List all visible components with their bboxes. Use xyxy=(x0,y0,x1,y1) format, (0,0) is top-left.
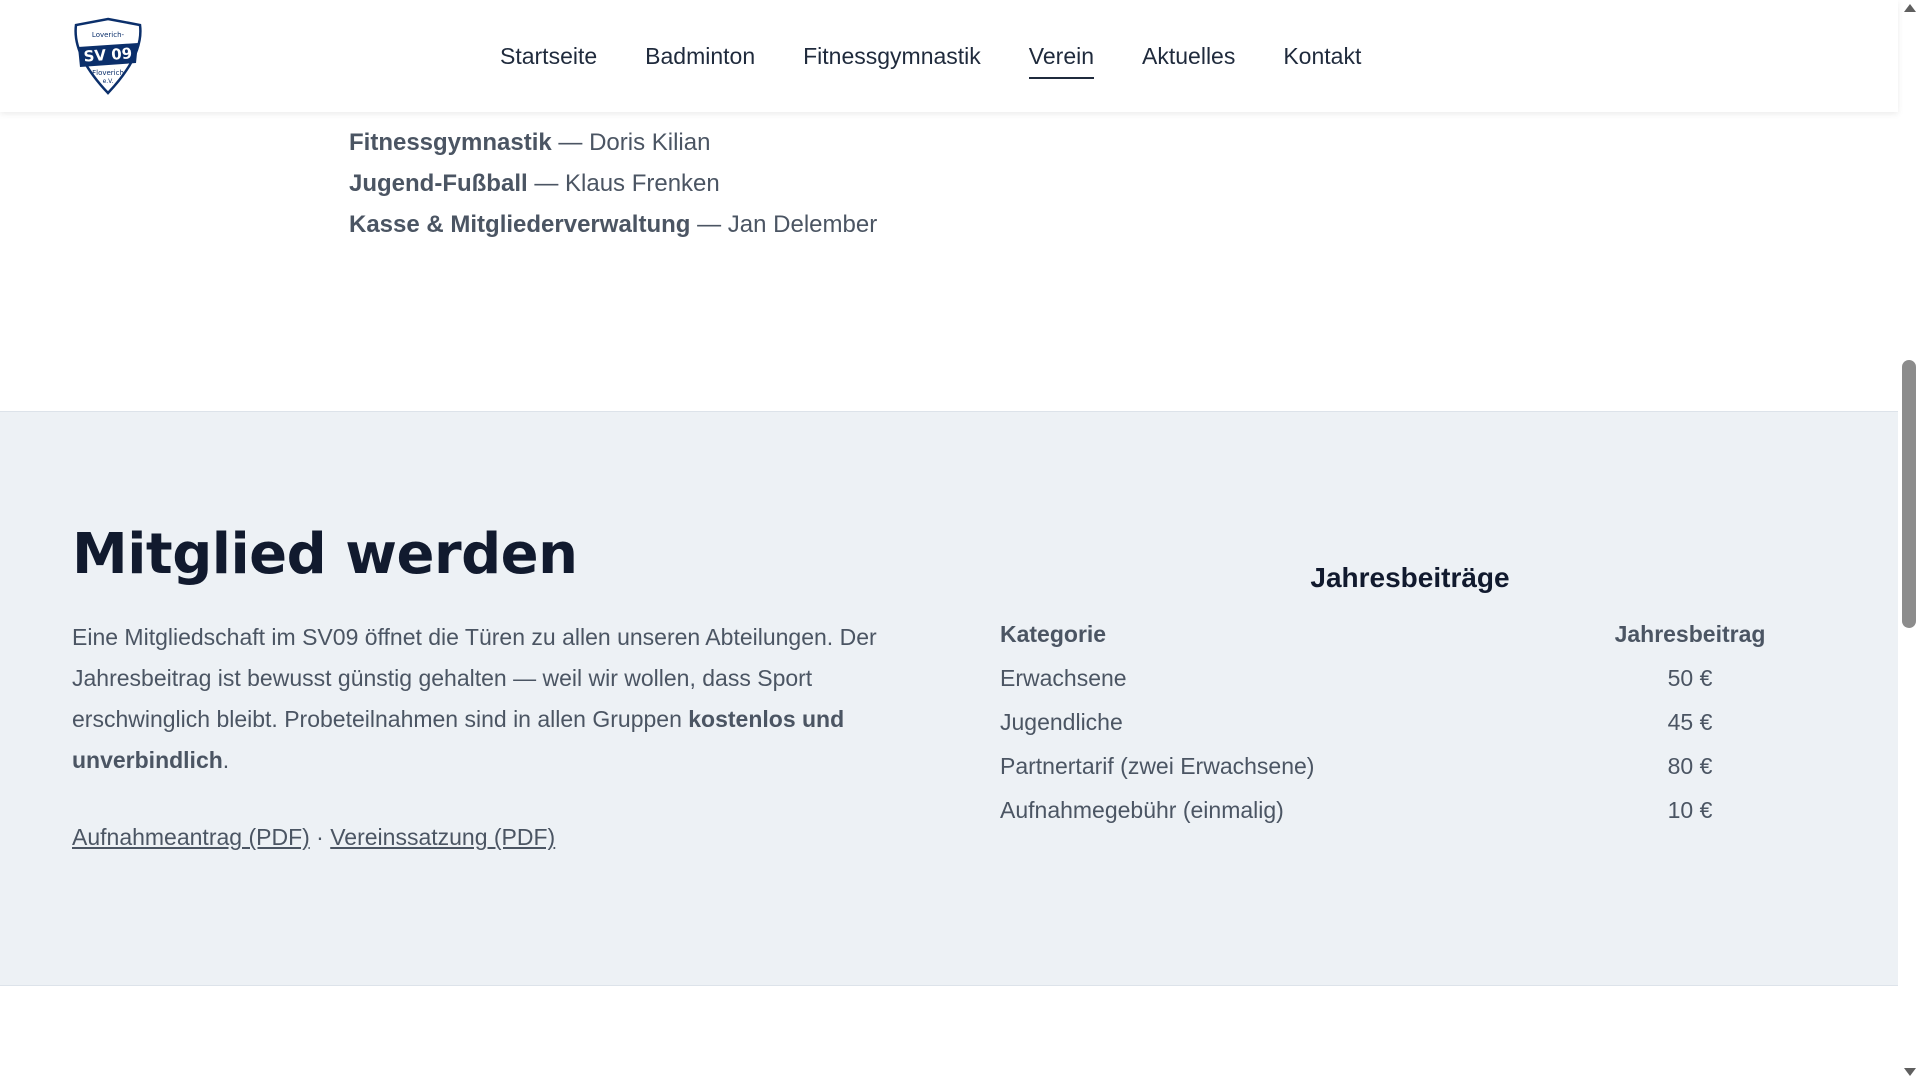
table-row: Jugendliche 45 € xyxy=(1000,700,1790,744)
fee-category: Erwachsene xyxy=(1000,664,1127,691)
membership-text-end: . xyxy=(222,747,230,773)
board-row: Kasse & Mitgliederverwaltung — Jan Delem… xyxy=(349,204,877,245)
scroll-up-arrow-icon[interactable] xyxy=(1904,4,1916,12)
fee-amount: 50 € xyxy=(1667,664,1713,691)
nav-verein[interactable]: Verein xyxy=(1028,0,1095,112)
fee-category: Aufnahmegebühr (einmalig) xyxy=(1000,796,1284,823)
nav-kontakt[interactable]: Kontakt xyxy=(1283,0,1361,112)
fees-title: Jahresbeiträge xyxy=(1310,562,1510,593)
board-name: Jan Delember xyxy=(727,211,878,238)
logo-text-main: SV 09 xyxy=(83,44,133,65)
scroll-down-arrow-icon[interactable] xyxy=(1904,1068,1916,1076)
club-logo[interactable]: Loverich- SV 09 Floverich e.V. xyxy=(70,17,146,95)
fees-header-category: Kategorie xyxy=(1000,620,1107,647)
logo-text-ev: e.V. xyxy=(103,78,114,85)
board-name: Klaus Frenken xyxy=(565,170,720,197)
fee-amount: 45 € xyxy=(1667,708,1713,735)
board-separator: — xyxy=(551,129,590,156)
logo-text-top: Loverich- xyxy=(92,31,125,39)
membership-section: Mitglied werden Eine Mitgliedschaft im S… xyxy=(0,411,1898,986)
page-scrollbar[interactable] xyxy=(1898,0,1920,1080)
membership-description: Eine Mitgliedschaft im SV09 öffnet die T… xyxy=(72,617,902,781)
board-separator: — xyxy=(690,211,728,238)
board-role: Fitnessgymnastik xyxy=(349,129,552,156)
logo-text-bottom: Floverich xyxy=(92,69,124,77)
board-role: Kasse & Mitgliederverwaltung xyxy=(349,211,691,238)
fees-header-amount: Jahresbeitrag xyxy=(1614,620,1766,647)
nav-startseite[interactable]: Startseite xyxy=(500,0,597,112)
fees-header-row: Kategorie Jahresbeitrag xyxy=(1000,612,1790,656)
board-row: Jugend-Fußball — Klaus Frenken xyxy=(349,163,877,204)
nav-badminton[interactable]: Badminton xyxy=(645,0,755,112)
site-header: Loverich- SV 09 Floverich e.V. Startseit… xyxy=(0,0,1898,112)
membership-links: Aufnahmeantrag (PDF) · Vereinssatzung (P… xyxy=(72,824,555,851)
table-row: Erwachsene 50 € xyxy=(1000,656,1790,700)
board-name: Doris Kilian xyxy=(589,129,711,156)
nav-fitnessgymnastik[interactable]: Fitnessgymnastik xyxy=(803,0,981,112)
fee-amount: 80 € xyxy=(1667,752,1713,779)
fees-block: Jahresbeiträge Kategorie Jahresbeitrag E… xyxy=(1000,562,1820,832)
table-row: Aufnahmegebühr (einmalig) 10 € xyxy=(1000,788,1790,832)
board-row: Fitnessgymnastik — Doris Kilian xyxy=(349,122,877,163)
statute-pdf-link[interactable]: Vereinssatzung (PDF) xyxy=(330,824,555,850)
board-list: Fitnessgymnastik — Doris Kilian Jugend-F… xyxy=(349,122,877,245)
fee-amount: 10 € xyxy=(1667,796,1713,823)
board-separator: — xyxy=(527,170,565,197)
scroll-thumb[interactable] xyxy=(1902,360,1916,628)
membership-title: Mitglied werden xyxy=(72,522,578,587)
link-separator: · xyxy=(309,824,331,850)
fees-table: Kategorie Jahresbeitrag Erwachsene 50 € … xyxy=(1000,612,1790,832)
fee-category: Partnertarif (zwei Erwachsene) xyxy=(1000,752,1315,779)
table-row: Partnertarif (zwei Erwachsene) 80 € xyxy=(1000,744,1790,788)
board-role: Jugend-Fußball xyxy=(349,170,528,197)
main-navigation: Startseite Badminton Fitnessgymnastik Ve… xyxy=(500,0,1409,112)
application-pdf-link[interactable]: Aufnahmeantrag (PDF) xyxy=(72,824,310,850)
fee-category: Jugendliche xyxy=(1000,708,1123,735)
nav-aktuelles[interactable]: Aktuelles xyxy=(1142,0,1235,112)
